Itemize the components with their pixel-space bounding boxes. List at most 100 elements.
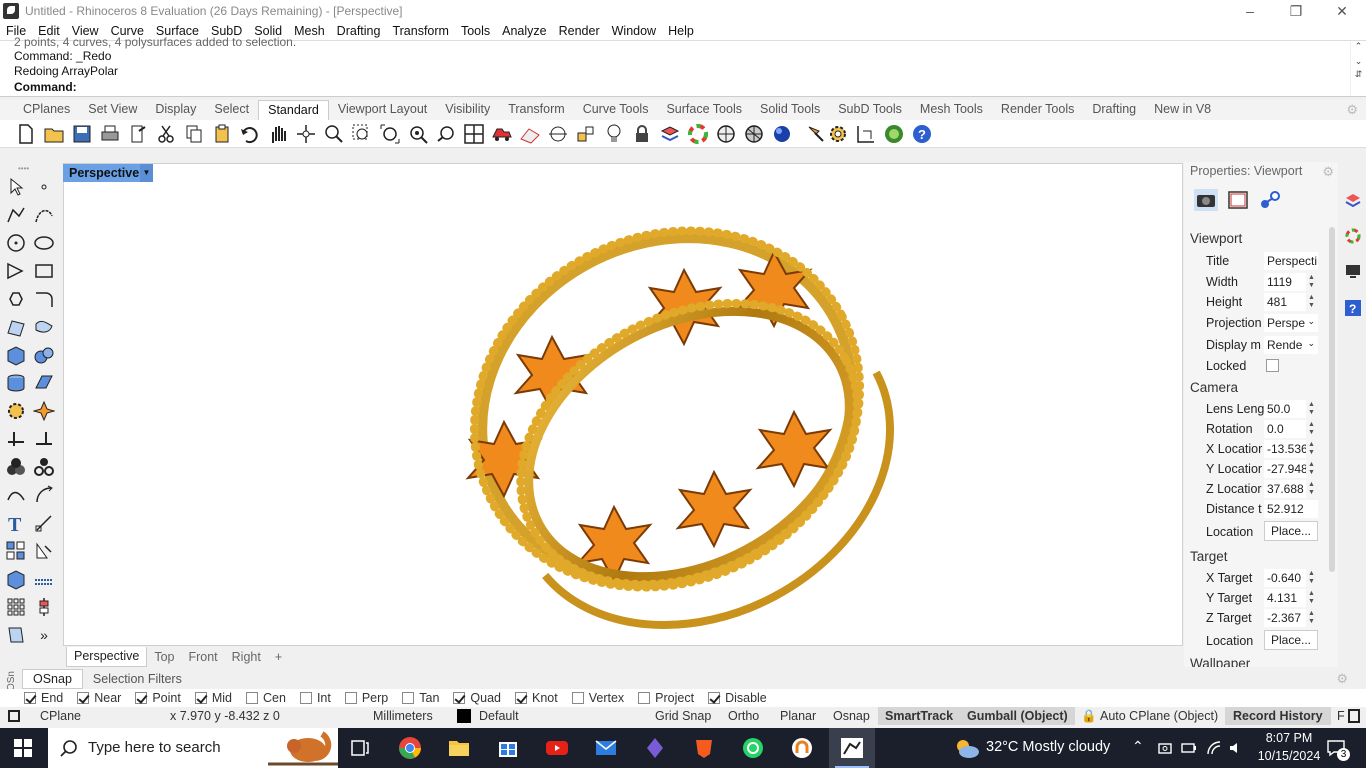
panel-gear-icon[interactable]: ⚙ (1322, 164, 1334, 180)
tab-front[interactable]: Front (181, 650, 224, 664)
orient-icon[interactable] (33, 540, 55, 562)
auto-cplane-toggle[interactable]: Auto CPlane (Object) (1100, 709, 1218, 723)
minimize-button[interactable]: – (1227, 0, 1273, 22)
weather-text[interactable]: 32°C Mostly cloudy (986, 739, 1110, 755)
distance-field[interactable]: 52.912 (1264, 500, 1318, 518)
clock-date[interactable]: 10/15/2024 (1251, 749, 1327, 763)
ungroup-icon[interactable] (33, 456, 55, 478)
z-location-spinner[interactable]: ▲ ▼ (1308, 481, 1318, 497)
restore-button[interactable]: ❐ (1273, 0, 1319, 22)
zoom-selected-icon[interactable] (407, 123, 429, 145)
app-crystal-icon[interactable] (643, 736, 667, 760)
zoom-icon[interactable] (323, 123, 345, 145)
lens-spinner[interactable]: ▲ ▼ (1308, 401, 1318, 417)
boolean-gear-icon[interactable] (5, 400, 27, 422)
copy-icon[interactable] (183, 123, 205, 145)
rotate-icon[interactable] (33, 484, 55, 506)
tab-drafting[interactable]: Drafting (1083, 100, 1145, 120)
osnap-project[interactable]: Project (638, 691, 694, 705)
menu-help[interactable]: Help (662, 24, 700, 38)
osnap-point[interactable]: Point (135, 691, 181, 705)
point-cloud-icon[interactable] (547, 123, 569, 145)
pan-hand-icon[interactable] (267, 123, 289, 145)
clock-time[interactable]: 8:07 PM (1262, 731, 1316, 745)
ellipse-icon[interactable] (33, 232, 55, 254)
osnap-near-checkbox[interactable] (77, 692, 90, 704)
toolbar-gear-icon[interactable]: ⚙ (1346, 102, 1358, 118)
x-location-field[interactable]: -13.536 (1264, 440, 1306, 458)
tray-chevron-up-icon[interactable]: ⌃ (1132, 738, 1144, 755)
cplane-label[interactable]: CPlane (40, 709, 81, 723)
locked-checkbox[interactable] (1266, 359, 1279, 372)
polyline-icon[interactable] (5, 204, 27, 226)
volume-icon[interactable] (1228, 740, 1244, 756)
cylinder-icon[interactable] (5, 372, 27, 394)
light-bulb-icon[interactable] (603, 123, 625, 145)
whatsapp-icon[interactable] (741, 736, 765, 760)
cut-icon[interactable] (155, 123, 177, 145)
x-location-spinner[interactable]: ▲ ▼ (1308, 441, 1318, 457)
render-icon[interactable] (771, 123, 793, 145)
osnap-end[interactable]: End (24, 691, 63, 705)
title-field[interactable]: Perspecti (1264, 252, 1318, 270)
camera-place-button[interactable]: Place... (1264, 521, 1318, 541)
target-place-button[interactable]: Place... (1264, 630, 1318, 650)
file-explorer-icon[interactable] (447, 736, 471, 760)
osnap-mid-checkbox[interactable] (194, 692, 207, 704)
projection-select[interactable]: Perspe ⌄ (1264, 314, 1318, 332)
undo-view-icon[interactable] (435, 123, 457, 145)
car-icon[interactable] (491, 123, 513, 145)
display-mode-select[interactable]: Rende ⌄ (1264, 336, 1318, 354)
sphere-solid-icon[interactable] (33, 344, 55, 366)
group-icon[interactable] (5, 456, 27, 478)
fillet-curve-icon[interactable] (33, 288, 55, 310)
rotation-field[interactable]: 0.0 (1264, 420, 1306, 438)
osnap-cen-checkbox[interactable] (246, 692, 258, 704)
tab-perspective[interactable]: Perspective (66, 647, 148, 667)
camera-icon[interactable] (1194, 189, 1218, 211)
display-panel-icon[interactable] (1345, 263, 1361, 279)
polygon-icon[interactable] (5, 288, 27, 310)
gumball-toggle[interactable]: Gumball (Object) (960, 707, 1075, 725)
osnap-near[interactable]: Near (77, 691, 121, 705)
print-icon[interactable] (99, 123, 121, 145)
help-icon[interactable]: ? (911, 123, 933, 145)
osnap-perp-checkbox[interactable] (344, 692, 357, 704)
tab-top[interactable]: Top (147, 650, 181, 664)
rendered-sphere-icon[interactable] (743, 123, 765, 145)
move-icon[interactable] (5, 484, 27, 506)
surface-edges-icon[interactable] (5, 316, 27, 338)
osnap-point-checkbox[interactable] (135, 692, 148, 704)
tab-display[interactable]: Display (146, 100, 205, 120)
save-icon[interactable] (71, 123, 93, 145)
task-view-icon[interactable] (348, 736, 372, 760)
rhino-taskbar-button[interactable] (829, 728, 875, 768)
osnap-quad[interactable]: Quad (453, 691, 501, 705)
tab-mesh-tools[interactable]: Mesh Tools (911, 100, 992, 120)
viewport-title[interactable]: Perspective ▼ (63, 164, 153, 182)
grid-snap-toggle[interactable]: Grid Snap (655, 709, 711, 723)
width-spinner[interactable]: ▲ ▼ (1308, 274, 1318, 290)
analyze-icon[interactable] (33, 596, 55, 618)
surface-patch-icon[interactable] (33, 316, 55, 338)
camera-tray-icon[interactable] (1157, 740, 1173, 756)
open-file-icon[interactable] (43, 123, 65, 145)
export-icon[interactable] (127, 123, 149, 145)
link-objects-icon[interactable] (1258, 189, 1282, 211)
menu-drafting[interactable]: Drafting (331, 24, 387, 38)
tab-selection-filters[interactable]: Selection Filters (83, 672, 192, 686)
tab-set-view[interactable]: Set View (79, 100, 146, 120)
y-location-field[interactable]: -27.948 (1264, 460, 1306, 478)
osnap-disable-checkbox[interactable] (708, 692, 721, 704)
x-target-field[interactable]: -0.640 (1264, 569, 1306, 587)
perspective-viewport[interactable] (63, 163, 1183, 646)
contour-icon[interactable] (33, 568, 55, 590)
record-history-toggle[interactable]: Record History (1225, 707, 1331, 725)
dimension-icon[interactable] (855, 123, 877, 145)
tab-viewport-layout[interactable]: Viewport Layout (329, 100, 436, 120)
array-icon[interactable] (5, 540, 27, 562)
command-scrollbar[interactable]: ⌃ ⌄ ⇵ (1350, 41, 1366, 96)
menu-tools[interactable]: Tools (455, 24, 496, 38)
osnap-tan[interactable]: Tan (402, 691, 439, 705)
command-prompt[interactable]: Command: (14, 80, 77, 94)
